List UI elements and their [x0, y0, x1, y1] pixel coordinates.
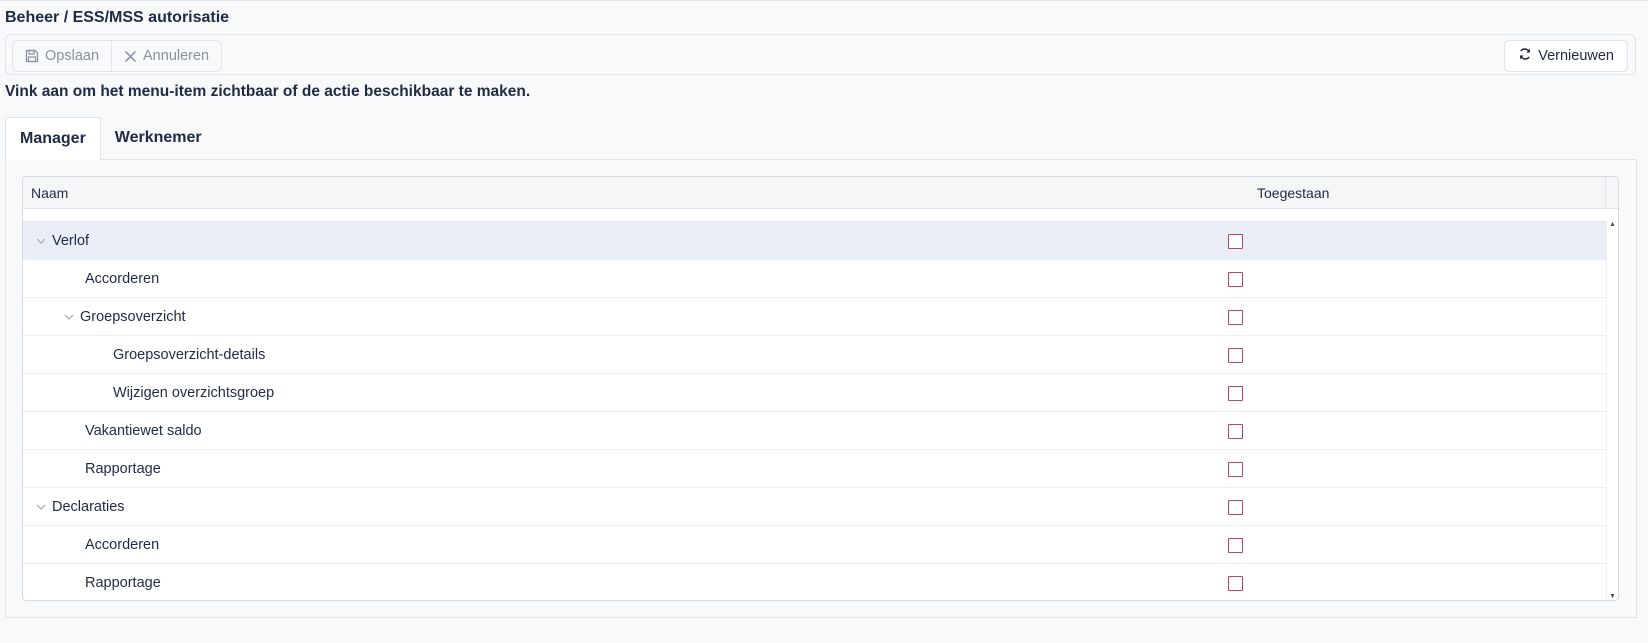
toolbar: Opslaan Annuleren Vernieuwen [5, 34, 1636, 75]
tree-row-label: Groepsoverzicht-details [113, 346, 266, 363]
allowed-checkbox[interactable] [1228, 348, 1243, 363]
action-button-group: Opslaan Annuleren [12, 40, 223, 72]
tab-manager[interactable]: Manager [5, 117, 101, 160]
tab-bar: Manager Werknemer [5, 117, 216, 160]
tree-row[interactable]: Wijzigen overzichtsgroep [23, 374, 1607, 412]
page-title: Beheer / ESS/MSS autorisatie [5, 9, 230, 26]
tree-row-label: Accorderen [85, 270, 160, 287]
tree-row[interactable]: Declaraties [23, 488, 1607, 526]
grid-body: Verlof Accorderen Groepsoverzicht Groeps… [23, 222, 1618, 600]
tree-row-label: Rapportage [85, 460, 161, 477]
close-icon [124, 50, 137, 63]
instruction-text: Vink aan om het menu-item zichtbaar of d… [5, 83, 531, 100]
save-button[interactable]: Opslaan [13, 41, 111, 71]
header-scroll-spacer [1605, 177, 1618, 208]
allowed-checkbox[interactable] [1228, 386, 1243, 401]
tree-row[interactable]: Groepsoverzicht-details [23, 336, 1607, 374]
save-button-label: Opslaan [45, 48, 100, 64]
tree-row-label: Verlof [52, 232, 90, 249]
column-header-naam[interactable]: Naam [31, 185, 68, 201]
tab-werknemer[interactable]: Werknemer [101, 117, 216, 159]
tree-row-label: Rapportage [85, 574, 161, 591]
authorization-tree-grid: Naam Toegestaan Verlof Accorderen Groeps… [22, 176, 1619, 601]
refresh-button[interactable]: Vernieuwen [1504, 40, 1628, 72]
allowed-checkbox[interactable] [1228, 272, 1243, 287]
allowed-checkbox[interactable] [1228, 234, 1243, 249]
allowed-checkbox[interactable] [1228, 310, 1243, 325]
tab-panel: Naam Toegestaan Verlof Accorderen Groeps… [5, 159, 1637, 618]
save-icon [25, 49, 39, 63]
tree-row[interactable]: Vakantiewet saldo [23, 412, 1607, 450]
grid-header: Naam Toegestaan [23, 177, 1618, 209]
tree-row[interactable]: Accorderen [23, 526, 1607, 564]
allowed-checkbox[interactable] [1228, 462, 1243, 477]
chevron-down-icon[interactable] [36, 236, 46, 246]
tree-row[interactable]: Accorderen [23, 260, 1607, 298]
tree-row-label: Declaraties [52, 498, 125, 515]
grid-top-spacer [23, 209, 1618, 222]
tree-row-label: Groepsoverzicht [80, 308, 186, 325]
cancel-button[interactable]: Annuleren [111, 41, 221, 71]
tree-row-label: Accorderen [85, 536, 160, 553]
chevron-down-icon[interactable] [64, 312, 74, 322]
refresh-button-label: Vernieuwen [1538, 48, 1614, 64]
tree-row[interactable]: Groepsoverzicht [23, 298, 1607, 336]
allowed-checkbox[interactable] [1228, 576, 1243, 591]
scroll-up-arrow-icon[interactable]: ▲ [1609, 221, 1616, 228]
tree-row-label: Vakantiewet saldo [85, 422, 202, 439]
refresh-icon [1518, 47, 1532, 65]
vertical-scrollbar[interactable]: ▲ ▼ [1606, 221, 1618, 600]
chevron-down-icon[interactable] [36, 502, 46, 512]
cancel-button-label: Annuleren [143, 48, 210, 64]
scroll-down-arrow-icon[interactable]: ▼ [1609, 593, 1616, 600]
top-border [0, 0, 1648, 1]
allowed-checkbox[interactable] [1228, 500, 1243, 515]
tree-row[interactable]: Rapportage [23, 564, 1607, 600]
allowed-checkbox[interactable] [1228, 424, 1243, 439]
tree-row[interactable]: Rapportage [23, 450, 1607, 488]
column-header-toegestaan[interactable]: Toegestaan [1257, 185, 1329, 201]
allowed-checkbox[interactable] [1228, 538, 1243, 553]
tree-row-label: Wijzigen overzichtsgroep [113, 384, 275, 401]
tree-row[interactable]: Verlof [23, 222, 1607, 260]
